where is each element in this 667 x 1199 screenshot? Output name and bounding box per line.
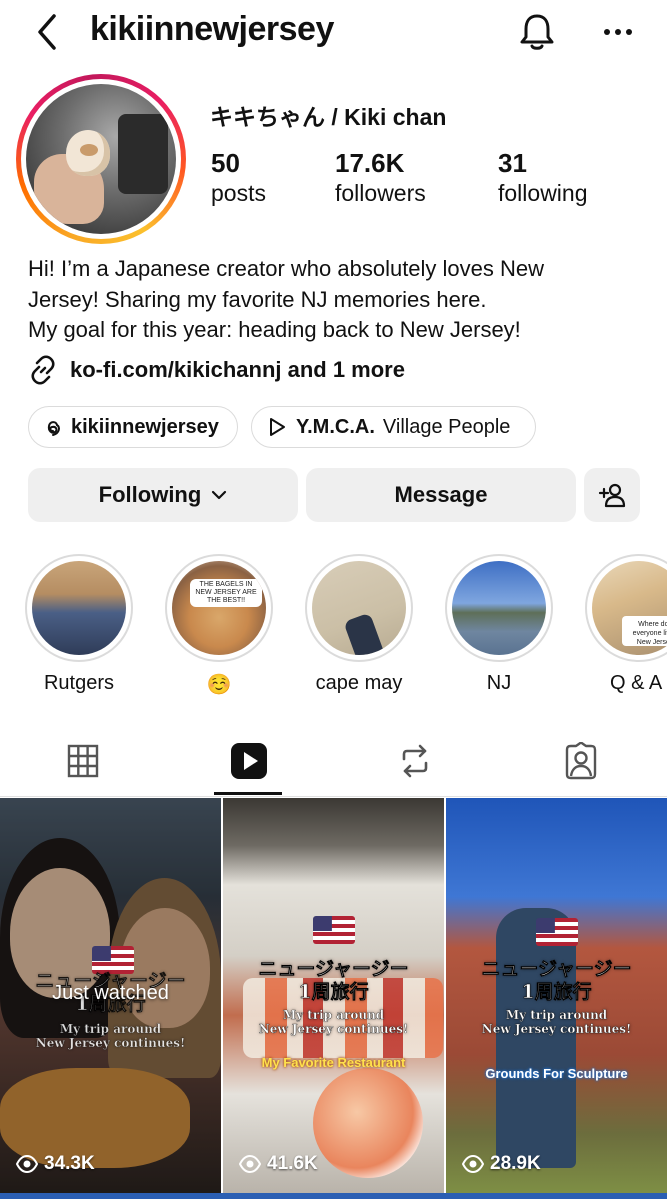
view-count-text: 28.9K [490, 1153, 541, 1174]
grid-icon [67, 744, 99, 778]
highlight-label: cape may [315, 672, 403, 694]
highlight-smile[interactable]: THE BAGELS IN NEW JERSEY ARE THE BEST!! … [164, 554, 274, 697]
threads-chip[interactable]: kikiinnewjersey [28, 406, 238, 448]
tab-reels[interactable] [166, 726, 332, 796]
display-name: キキちゃん / Kiki chan [210, 104, 447, 130]
posts-count: 50 [211, 148, 240, 178]
posts-label: posts [211, 180, 266, 206]
reel-location-tag: Grounds For Sculpture [485, 1066, 628, 1081]
profile-avatar-story-ring[interactable] [16, 74, 186, 244]
add-user-icon [598, 483, 626, 508]
eye-icon [239, 1154, 261, 1174]
reel-subtitle: My trip around New Jersey continues! [481, 1008, 632, 1036]
highlight-cover: Where does everyone live in New Jersey? [592, 561, 667, 655]
tab-posts-grid[interactable] [0, 726, 166, 796]
reel-thumbnail[interactable]: ニュージャージー 1周旅行 My trip around New Jersey … [446, 798, 667, 1193]
chevron-left-icon [38, 14, 56, 50]
following-count: 31 [498, 148, 527, 178]
reel-subtitle: My trip around New Jersey continues! [258, 1008, 409, 1036]
highlight-cover [312, 561, 406, 655]
highlight-label: Rutgers [43, 672, 115, 694]
profile-link-text: ko-fi.com/kikichannj and 1 more [70, 357, 405, 382]
threads-icon [43, 416, 63, 438]
highlight-rutgers[interactable]: Rutgers [24, 554, 134, 695]
highlight-label: Q & A [610, 672, 663, 694]
highlight-nj[interactable]: NJ [444, 554, 554, 695]
avatar [26, 84, 176, 234]
reel-view-count: 34.3K [16, 1153, 95, 1175]
followers-label: followers [335, 180, 426, 206]
profile-username-title: kikiinnewjersey [90, 10, 334, 48]
reel-title: ニュージャージー 1周旅行 [481, 958, 632, 1004]
followers-count: 17.6K [335, 148, 405, 178]
highlight-cover-text: Where does everyone live in New Jersey? [622, 616, 667, 646]
music-title: Y.M.C.A. [296, 415, 375, 438]
reel-thumbnail[interactable]: ニュージャージー 1周旅行 My trip around New Jersey … [0, 798, 221, 1193]
following-stat[interactable]: 31 following [498, 148, 588, 208]
more-options-button[interactable] [598, 18, 638, 46]
message-button-label: Message [394, 482, 488, 507]
highlight-label: ☺️ [206, 674, 232, 696]
highlight-label: NJ [486, 672, 512, 694]
following-label: following [498, 180, 588, 206]
threads-handle: kikiinnewjersey [71, 415, 219, 438]
highlight-cover-text: THE BAGELS IN NEW JERSEY ARE THE BEST!! [190, 579, 262, 607]
highlight-cover [32, 561, 126, 655]
reel-subtitle: My trip around New Jersey continues! [35, 1022, 186, 1050]
profile-music-chip[interactable]: Y.M.C.A. Village People [251, 406, 536, 448]
tab-tagged[interactable] [498, 726, 664, 796]
reel-title: ニュージャージー 1周旅行 [258, 958, 409, 1004]
reel-thumbnail[interactable]: ニュージャージー 1周旅行 My trip around New Jersey … [223, 798, 444, 1193]
next-row-preview [0, 1193, 667, 1199]
profile-content-tabs [0, 726, 667, 796]
reel-view-count: 41.6K [239, 1153, 318, 1175]
view-count-text: 34.3K [44, 1153, 95, 1174]
bell-icon [520, 14, 554, 50]
active-tab-indicator [214, 792, 282, 795]
following-button[interactable]: Following [28, 468, 298, 522]
play-icon [266, 416, 288, 438]
just-watched-label: Just watched [52, 982, 169, 1004]
link-icon [31, 355, 55, 385]
eye-icon [462, 1154, 484, 1174]
tab-reposts[interactable] [332, 726, 498, 796]
back-button[interactable] [30, 12, 64, 52]
notifications-button[interactable] [514, 10, 560, 54]
repost-icon [402, 744, 428, 778]
profile-links[interactable]: ko-fi.com/kikichannj and 1 more [28, 354, 405, 386]
tagged-person-icon [565, 742, 597, 780]
profile-bio: Hi! I’m a Japanese creator who absolutel… [28, 254, 648, 346]
highlight-cover [452, 561, 546, 655]
top-bar: kikiinnewjersey [0, 0, 667, 64]
bio-line: My goal for this year: heading back to N… [28, 317, 521, 342]
followers-stat[interactable]: 17.6K followers [335, 148, 426, 208]
view-count-text: 41.6K [267, 1153, 318, 1174]
suggested-users-button[interactable] [584, 468, 640, 522]
posts-stat[interactable]: 50 posts [211, 148, 266, 208]
reels-play-icon [231, 743, 267, 779]
music-artist: Village People [382, 415, 511, 438]
highlight-qa[interactable]: Where does everyone live in New Jersey? … [584, 554, 667, 695]
us-flag-icon [536, 918, 578, 946]
highlight-cape-may[interactable]: cape may [304, 554, 414, 695]
eye-icon [16, 1154, 38, 1174]
highlight-cover: THE BAGELS IN NEW JERSEY ARE THE BEST!! [172, 561, 266, 655]
more-dots-icon [604, 29, 632, 35]
reel-view-count: 28.9K [462, 1153, 541, 1175]
message-button[interactable]: Message [306, 468, 576, 522]
us-flag-icon [313, 916, 355, 944]
reel-location-tag: My Favorite Restaurant [261, 1055, 406, 1070]
bio-line: Jersey! Sharing my favorite NJ memories … [28, 286, 487, 312]
bio-line: Hi! I’m a Japanese creator who absolutel… [28, 256, 545, 281]
following-button-label: Following [98, 482, 202, 507]
chevron-down-icon [212, 490, 227, 500]
